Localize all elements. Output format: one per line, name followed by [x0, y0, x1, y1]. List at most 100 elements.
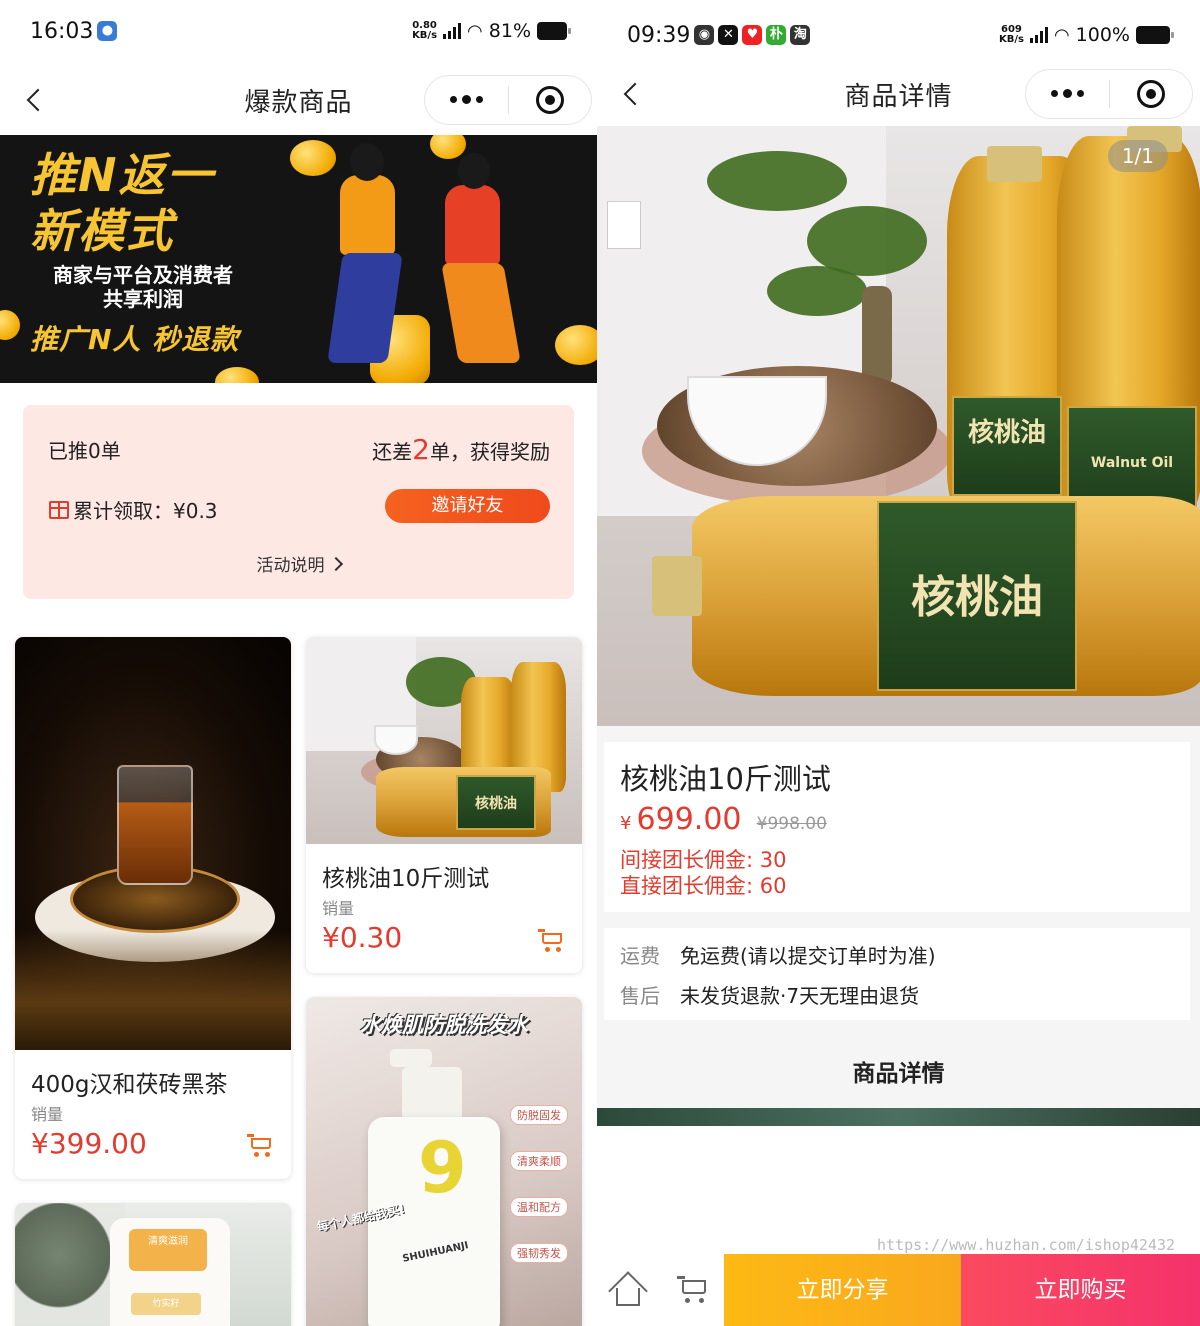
more-options-button[interactable] [425, 95, 508, 104]
coin-icon [555, 325, 597, 365]
network-speed: 0.80 KB/s [412, 21, 437, 41]
back-button[interactable] [617, 74, 647, 114]
detail-section-header: 商品详情 [597, 1020, 1200, 1108]
promo-banner[interactable]: 推N返一 新模式 商家与平台及消费者 共享利润 推广N人 秒退款 [0, 135, 597, 383]
shipping-info: 运费 免运费(请以提交订单时为准) 售后 未发货退款·7天无理由退货 [604, 928, 1190, 1020]
banner-headline-2: 新模式 [30, 204, 174, 258]
left-screen: 16:03 ● 0.80 KB/s ◠ 81% 爆款商品 推N返一 新模式 商家… [0, 0, 597, 1326]
banner-subtitle-2: 共享利润 [103, 287, 183, 311]
status-bar: 16:03 ● 0.80 KB/s ◠ 81% [0, 0, 597, 62]
app-icon: ✕ [718, 25, 739, 45]
product-price: ¥0.30 [322, 921, 403, 954]
product-image-brand: 竹实籽 [131, 1293, 201, 1315]
product-sales: 销量 [322, 899, 355, 918]
product-image: 水焕肌防脱洗发水 9 SHUIHUANJI 每个人都给我买! 防脱固发 清爽柔顺… [306, 997, 582, 1326]
remaining-suffix: 单，获得奖励 [430, 440, 550, 464]
app-icon: ♥ [742, 25, 763, 45]
shampoo-tag: 清爽柔顺 [510, 1151, 568, 1171]
activity-rules-link[interactable]: 活动说明 [23, 551, 574, 576]
battery-percent: 81% [488, 20, 531, 42]
battery-percent: 100% [1075, 24, 1130, 46]
signal-icon [443, 23, 462, 39]
original-price: ¥998.00 [756, 814, 827, 834]
person-head-right [458, 153, 490, 189]
signal-icon [1029, 27, 1048, 43]
miniprogram-capsule [1025, 69, 1193, 119]
taobao-icon: 淘 [790, 25, 811, 45]
product-sales: 销量 [31, 1105, 64, 1124]
referral-card: 已推0单 还差2单，获得奖励 累计领取：¥0.3 邀请好友 活动说明 [23, 405, 574, 599]
close-miniprogram-button[interactable] [1110, 80, 1193, 108]
shipping-fee-row: 运费 免运费(请以提交订单时为准) [620, 940, 936, 969]
shampoo-tag: 温和配方 [510, 1197, 568, 1217]
product-card[interactable]: 水焕肌防脱洗发水 9 SHUIHUANJI 每个人都给我买! 防脱固发 清爽柔顺… [306, 997, 582, 1326]
network-speed: 609 KB/s [999, 25, 1024, 45]
detail-image-strip [597, 1108, 1200, 1126]
coin-icon [290, 140, 336, 176]
nav-bar: 爆款商品 [0, 70, 597, 130]
miniprogram-capsule [424, 75, 592, 125]
product-card[interactable]: 核桃油 核桃油10斤测试 销量 ¥0.30 [306, 637, 582, 973]
buy-now-button[interactable]: 立即购买 [961, 1254, 1200, 1326]
direct-commission: 直接团长佣金: 60 [620, 874, 787, 898]
pushed-count: 已推0单 [48, 439, 121, 463]
product-image [15, 637, 291, 1050]
remaining-prefix: 还差 [372, 440, 413, 464]
chevron-right-icon [328, 556, 343, 572]
add-to-cart-icon[interactable] [538, 929, 564, 952]
banner-slogan: 推广N人 秒退款 [30, 323, 240, 356]
back-arrow-icon [26, 88, 50, 112]
network-speed-unit: KB/s [998, 34, 1024, 45]
invite-friends-button[interactable]: 邀请好友 [385, 489, 550, 523]
bottle-label: 核桃油 [952, 396, 1062, 496]
person-head-left [350, 143, 384, 181]
back-arrow-icon [623, 82, 647, 106]
person-legs-right [441, 263, 521, 363]
bottle-label-3: 核桃油 [877, 501, 1077, 691]
shampoo-title: 水焕肌防脱洗发水 [360, 1013, 528, 1037]
person-illustration-left [340, 175, 395, 255]
bottle-label-cn: 核桃油 [967, 418, 1046, 448]
after-sales-label: 售后 [620, 984, 660, 1008]
after-sales-row: 售后 未发货退款·7天无理由退货 [620, 980, 919, 1009]
banner-headline: 推N返一 新模式 [30, 147, 215, 259]
app-icon: 朴 [766, 25, 787, 45]
plant-stem [862, 286, 892, 386]
battery-icon [1136, 26, 1174, 44]
battery-icon [537, 22, 571, 40]
wifi-icon: ◠ [467, 20, 483, 42]
more-options-button[interactable] [1026, 89, 1109, 98]
banner-subtitle: 商家与平台及消费者 共享利润 [28, 263, 258, 311]
add-to-cart-icon[interactable] [247, 1134, 273, 1157]
bottle-label-cn-2: 核桃油 [911, 572, 1043, 623]
status-icons: 0.80 KB/s ◠ 81% [412, 20, 571, 42]
close-miniprogram-button[interactable] [509, 86, 592, 114]
target-circle-icon [1136, 80, 1165, 108]
shipping-fee-value: 免运费(请以提交订单时为准) [680, 944, 936, 968]
activity-rules-label: 活动说明 [256, 556, 325, 576]
shampoo-tag: 防脱固发 [510, 1105, 568, 1125]
coin-icon [430, 135, 466, 159]
product-card[interactable]: 400g汉和茯砖黑茶 销量 ¥399.00 [15, 637, 291, 1179]
product-name: 400g汉和茯砖黑茶 [31, 1072, 228, 1098]
back-button[interactable] [20, 80, 50, 120]
product-price: ¥399.00 [31, 1127, 147, 1160]
home-icon[interactable] [608, 1271, 648, 1311]
gift-icon [49, 500, 69, 519]
price-currency: ¥ [620, 813, 632, 834]
product-image-gallery[interactable]: 核桃油 Walnut Oil 核桃油 1/1 [597, 126, 1200, 726]
target-circle-icon [535, 86, 564, 114]
share-now-button[interactable]: 立即分享 [724, 1254, 961, 1326]
banner-headline-1: 推N返一 [30, 148, 215, 202]
product-card[interactable]: 清爽滋润 竹实籽 [15, 1203, 291, 1326]
network-speed-unit: KB/s [412, 30, 438, 41]
status-bar: 09:39 ◉ ✕ ♥ 朴 淘 609 KB/s ◠ 100% [597, 0, 1200, 70]
product-name: 核桃油10斤测试 [322, 866, 490, 892]
image-counter: 1/1 [1107, 140, 1168, 172]
cart-icon[interactable] [677, 1276, 709, 1304]
remaining-orders: 还差2单，获得奖励 [372, 433, 550, 466]
wifi-icon: ◠ [1053, 24, 1070, 46]
product-image: 核桃油 [306, 637, 582, 844]
banner-subtitle-1: 商家与平台及消费者 [53, 263, 233, 287]
bottom-action-bar: 立即分享 立即购买 [597, 1254, 1200, 1326]
